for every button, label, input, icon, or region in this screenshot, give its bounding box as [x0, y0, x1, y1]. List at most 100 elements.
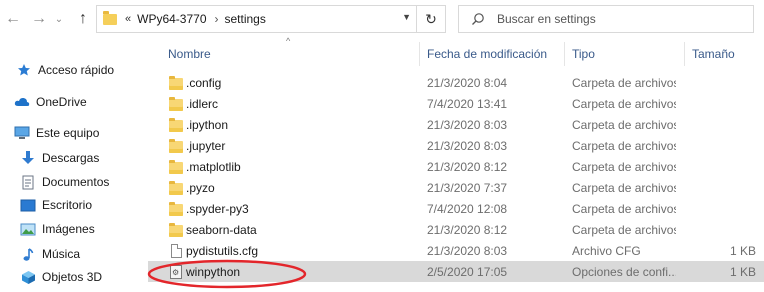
file-name: .matplotlib — [186, 159, 241, 174]
folder-icon — [103, 10, 117, 25]
sidebar-item-desktop[interactable]: Escritorio — [20, 195, 92, 215]
search-icon — [472, 13, 484, 25]
file-name: .idlerc — [186, 96, 219, 111]
sidebar-item-label: OneDrive — [36, 95, 87, 109]
document-icon — [20, 174, 36, 190]
desktop-icon — [20, 197, 36, 213]
file-name: pydistutils.cfg — [186, 243, 259, 258]
sidebar-item-label: Documentos — [42, 175, 110, 189]
column-header-label: Tamaño — [692, 47, 735, 61]
file-row[interactable]: .jupyter 21/3/2020 8:03 Carpeta de archivo… — [148, 135, 764, 156]
download-icon — [20, 150, 36, 166]
file-type: Carpeta de archivos — [572, 201, 676, 216]
image-icon — [20, 221, 36, 237]
search-input[interactable] — [495, 11, 739, 27]
column-header-date[interactable]: Fecha de modificación — [427, 42, 562, 66]
file-type: Carpeta de archivos — [572, 159, 676, 174]
column-divider[interactable] — [564, 42, 565, 66]
sidebar-item-label: Objetos 3D — [42, 270, 103, 284]
folder-icon — [168, 117, 184, 133]
breadcrumb-segment[interactable]: WPy64-3770 — [137, 12, 206, 26]
arrow-right-icon: → — [31, 10, 47, 27]
folder-icon — [168, 201, 184, 217]
sidebar-item-label: Escritorio — [42, 198, 93, 212]
up-button[interactable]: ↑ — [72, 8, 94, 30]
file-row[interactable]: winpython 2/5/2020 17:05 Opciones de confi… — [148, 261, 764, 282]
breadcrumb-segment[interactable]: settings — [225, 12, 266, 26]
file-row[interactable]: .config 21/3/2020 8:04 Carpeta de archivos — [148, 72, 764, 93]
column-header-label: Nombre — [168, 47, 211, 61]
file-date: 21/3/2020 8:04 — [427, 75, 508, 90]
folder-icon — [168, 180, 184, 196]
folder-icon — [168, 75, 184, 91]
file-date: 7/4/2020 12:08 — [427, 201, 508, 216]
cloud-icon — [14, 94, 30, 110]
file-name: winpython — [186, 264, 241, 279]
search-box[interactable] — [458, 5, 754, 33]
file-row[interactable]: .idlerc 7/4/2020 13:41 Carpeta de archivos — [148, 93, 764, 114]
file-type: Carpeta de archivos — [572, 117, 676, 132]
chevron-down-icon: ⌄ — [54, 13, 64, 25]
refresh-icon: ↻ — [425, 10, 437, 27]
star-icon — [16, 62, 32, 78]
forward-button[interactable]: → — [28, 8, 50, 30]
column-divider[interactable] — [419, 42, 420, 66]
column-divider[interactable] — [684, 42, 685, 66]
cube-icon — [20, 269, 36, 285]
file-row[interactable]: pydistutils.cfg 21/3/2020 8:03 Archivo CFG… — [148, 240, 764, 261]
music-icon — [20, 246, 36, 262]
sidebar-item-music[interactable]: Música — [20, 244, 80, 264]
file-date: 21/3/2020 7:37 — [427, 180, 508, 195]
column-header-name[interactable]: Nombre — [168, 42, 418, 66]
recent-locations-button[interactable]: ⌄ — [52, 8, 66, 30]
sidebar-item-downloads[interactable]: Descargas — [20, 148, 99, 168]
refresh-button[interactable]: ↻ — [416, 6, 445, 32]
sidebar-item-documents[interactable]: Documentos — [20, 172, 109, 192]
file-date: 21/3/2020 8:12 — [427, 159, 508, 174]
sidebar-item-pictures[interactable]: Imágenes — [20, 219, 95, 239]
back-button[interactable]: ← — [2, 8, 24, 30]
file-date: 21/3/2020 8:03 — [427, 243, 508, 258]
file-name: .spyder-py3 — [186, 201, 249, 216]
file-type: Carpeta de archivos — [572, 138, 676, 153]
file-row[interactable]: .ipython 21/3/2020 8:03 Carpeta de archivo… — [148, 114, 764, 135]
file-type: Carpeta de archivos — [572, 180, 676, 195]
file-row[interactable]: .matplotlib 21/3/2020 8:12 Carpeta de arch… — [148, 156, 764, 177]
sidebar-item-label: Descargas — [42, 151, 100, 165]
settings-file-icon — [168, 264, 184, 280]
column-header-type[interactable]: Tipo — [572, 42, 682, 66]
column-header-size[interactable]: Tamaño — [692, 42, 756, 66]
sidebar-item-label: Música — [42, 247, 81, 261]
sidebar-item-this-pc[interactable]: Este equipo — [14, 123, 99, 143]
computer-icon — [14, 125, 30, 141]
file-type: Carpeta de archivos — [572, 75, 676, 90]
file-date: 21/3/2020 8:03 — [427, 117, 508, 132]
arrow-left-icon: ← — [5, 10, 21, 27]
file-name: .config — [186, 75, 222, 90]
file-date: 21/3/2020 8:12 — [427, 222, 508, 237]
file-row[interactable]: seaborn-data 21/3/2020 8:12 Carpeta de arc… — [148, 219, 764, 240]
file-type: Carpeta de archivos — [572, 222, 676, 237]
file-name: .jupyter — [186, 138, 226, 153]
folder-icon — [168, 159, 184, 175]
file-name: seaborn-data — [186, 222, 257, 237]
overflow-chevron[interactable]: « — [125, 13, 131, 25]
file-row[interactable]: .pyzo 21/3/2020 7:37 Carpeta de archivos — [148, 177, 764, 198]
breadcrumb-separator[interactable]: › — [215, 12, 219, 26]
sidebar-item-3d-objects[interactable]: Objetos 3D — [20, 267, 102, 287]
sidebar-item-quick-access[interactable]: Acceso rápido — [16, 60, 114, 80]
file-type: Archivo CFG — [572, 243, 641, 258]
address-bar[interactable]: « WPy64-3770 › settings ▼ ↻ — [96, 5, 446, 33]
folder-icon — [168, 96, 184, 112]
file-size: 1 KB — [729, 264, 756, 279]
file-type: Opciones de confi... — [572, 264, 676, 279]
column-header-label: Tipo — [572, 47, 595, 61]
address-dropdown-icon[interactable]: ▼ — [402, 12, 411, 22]
sidebar-item-onedrive[interactable]: OneDrive — [14, 92, 87, 112]
file-name: .pyzo — [186, 180, 215, 195]
file-row[interactable]: .spyder-py3 7/4/2020 12:08 Carpeta de arch… — [148, 198, 764, 219]
file-size: 1 KB — [729, 243, 756, 258]
file-icon — [168, 243, 184, 259]
folder-icon — [168, 222, 184, 238]
file-name: .ipython — [186, 117, 229, 132]
